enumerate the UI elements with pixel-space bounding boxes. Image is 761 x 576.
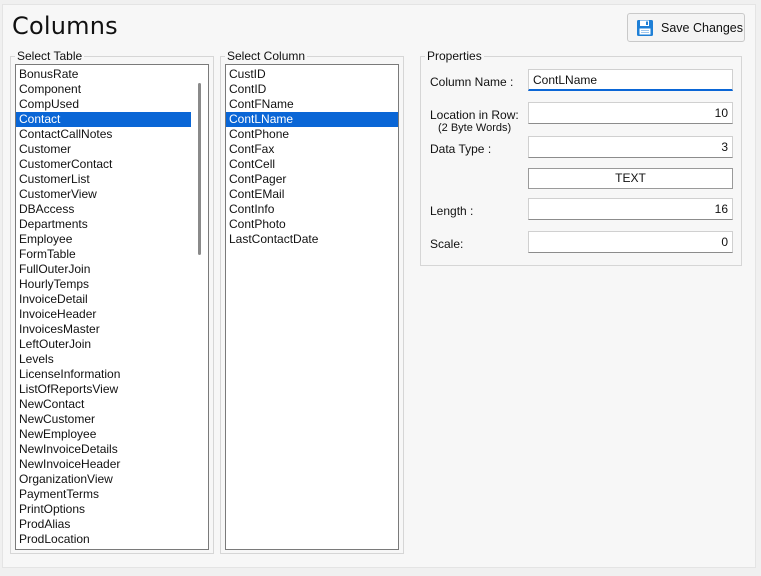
table-list-item[interactable]: DBAccess xyxy=(16,202,208,217)
column-list-item[interactable]: ContID xyxy=(226,82,398,97)
location-in-row-label: Location in Row: xyxy=(430,108,519,122)
table-list-item[interactable]: LicenseInformation xyxy=(16,367,208,382)
save-changes-button[interactable]: Save Changes xyxy=(627,13,745,42)
table-list-item[interactable]: CompUsed xyxy=(16,97,208,112)
page-title: Columns xyxy=(12,12,118,40)
table-list-item[interactable]: NewEmployee xyxy=(16,427,208,442)
table-list-item[interactable]: InvoicesMaster xyxy=(16,322,208,337)
table-list-item[interactable]: NewContact xyxy=(16,397,208,412)
data-type-label: Data Type : xyxy=(430,142,492,156)
column-list: CustID ContID ContFName ContLName ContPhone C… xyxy=(226,65,398,247)
select-column-group: Select Column CustID ContID ContFName ContL… xyxy=(220,50,404,554)
floppy-disk-icon xyxy=(637,19,653,36)
table-list-item[interactable]: ProdLocation xyxy=(16,532,208,547)
table-list-item[interactable]: FullOuterJoin xyxy=(16,262,208,277)
table-list-item[interactable]: CustomerContact xyxy=(16,157,208,172)
table-list-item[interactable]: OrganizationView xyxy=(16,472,208,487)
table-listbox[interactable]: BonusRate Component CompUsed Contact Contact… xyxy=(15,64,209,550)
select-column-legend: Select Column xyxy=(225,49,308,63)
table-list-scrollbar[interactable] xyxy=(191,65,208,549)
column-name-input[interactable]: ContLName xyxy=(528,69,733,91)
column-list-item[interactable]: ContPhoto xyxy=(226,217,398,232)
table-list-item[interactable]: InvoiceDetail xyxy=(16,292,208,307)
table-list-item[interactable]: HourlyTemps xyxy=(16,277,208,292)
column-name-label: Column Name : xyxy=(430,75,514,89)
columns-window: Columns Save Changes Select Table BonusR… xyxy=(0,0,761,576)
table-list-item[interactable]: ContactCallNotes xyxy=(16,127,208,142)
table-list-item[interactable]: LeftOuterJoin xyxy=(16,337,208,352)
table-list-item[interactable]: NewInvoiceHeader xyxy=(16,457,208,472)
table-list-item[interactable]: InvoiceHeader xyxy=(16,307,208,322)
table-list-item[interactable]: ProdAlias xyxy=(16,517,208,532)
properties-group: Properties Column Name : ContLName Locat… xyxy=(420,50,742,266)
column-list-item[interactable]: CustID xyxy=(226,67,398,82)
table-list-item[interactable]: Departments xyxy=(16,217,208,232)
table-list: BonusRate Component CompUsed Contact Contact… xyxy=(16,65,208,547)
column-list-item[interactable]: ContInfo xyxy=(226,202,398,217)
select-table-group: Select Table BonusRate Component CompUsed C… xyxy=(10,50,214,554)
data-type-text-button[interactable]: TEXT xyxy=(528,168,733,189)
column-list-item[interactable]: ContLName xyxy=(226,112,398,127)
column-list-item[interactable]: ContPager xyxy=(226,172,398,187)
column-list-item[interactable]: ContCell xyxy=(226,157,398,172)
location-in-row-input[interactable]: 10 xyxy=(528,102,733,124)
table-list-item[interactable]: ListOfReportsView xyxy=(16,382,208,397)
table-list-item[interactable]: Employee xyxy=(16,232,208,247)
column-list-item[interactable]: LastContactDate xyxy=(226,232,398,247)
scale-input[interactable]: 0 xyxy=(528,231,733,253)
save-changes-label: Save Changes xyxy=(661,20,744,35)
table-list-item[interactable]: CustomerList xyxy=(16,172,208,187)
select-table-legend: Select Table xyxy=(15,49,85,63)
length-label: Length : xyxy=(430,204,474,218)
data-type-input[interactable]: 3 xyxy=(528,136,733,158)
column-list-item[interactable]: ContEMail xyxy=(226,187,398,202)
table-list-item[interactable]: PrintOptions xyxy=(16,502,208,517)
table-list-item[interactable]: Levels xyxy=(16,352,208,367)
location-unit-note: (2 Byte Words) xyxy=(438,122,512,134)
table-list-scroll-thumb[interactable] xyxy=(198,83,201,255)
length-input[interactable]: 16 xyxy=(528,198,733,220)
table-list-item[interactable]: PaymentTerms xyxy=(16,487,208,502)
table-list-item[interactable]: Component xyxy=(16,82,208,97)
table-list-item[interactable]: NewInvoiceDetails xyxy=(16,442,208,457)
column-list-item[interactable]: ContFax xyxy=(226,142,398,157)
table-list-item[interactable]: FormTable xyxy=(16,247,208,262)
table-list-item[interactable]: CustomerView xyxy=(16,187,208,202)
table-list-item[interactable]: BonusRate xyxy=(16,67,208,82)
column-listbox[interactable]: CustID ContID ContFName ContLName ContPhone C… xyxy=(225,64,399,550)
scale-label: Scale: xyxy=(430,237,464,251)
table-list-item[interactable]: NewCustomer xyxy=(16,412,208,427)
table-list-item[interactable]: Customer xyxy=(16,142,208,157)
table-list-item[interactable]: Contact xyxy=(16,112,208,127)
column-list-item[interactable]: ContFName xyxy=(226,97,398,112)
column-list-item[interactable]: ContPhone xyxy=(226,127,398,142)
properties-legend: Properties xyxy=(425,49,484,63)
